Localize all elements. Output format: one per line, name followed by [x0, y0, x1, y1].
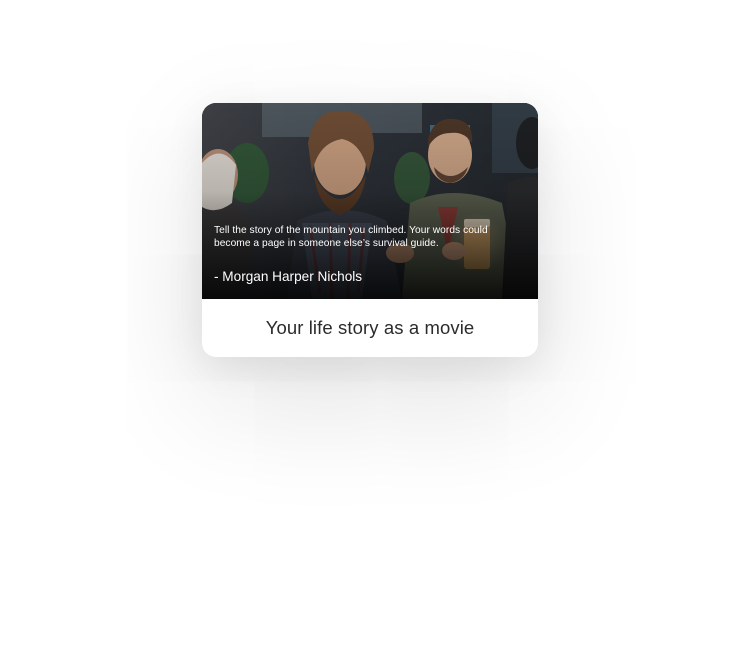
- page-stage: Tell the story of the mountain you climb…: [0, 0, 738, 657]
- quote-text: Tell the story of the mountain you climb…: [214, 225, 488, 249]
- story-card[interactable]: Tell the story of the mountain you climb…: [202, 103, 538, 357]
- card-caption[interactable]: Your life story as a movie: [202, 299, 538, 357]
- hero-photo: Tell the story of the mountain you climb…: [202, 103, 538, 299]
- quote-author: - Morgan Harper Nichols: [214, 269, 363, 284]
